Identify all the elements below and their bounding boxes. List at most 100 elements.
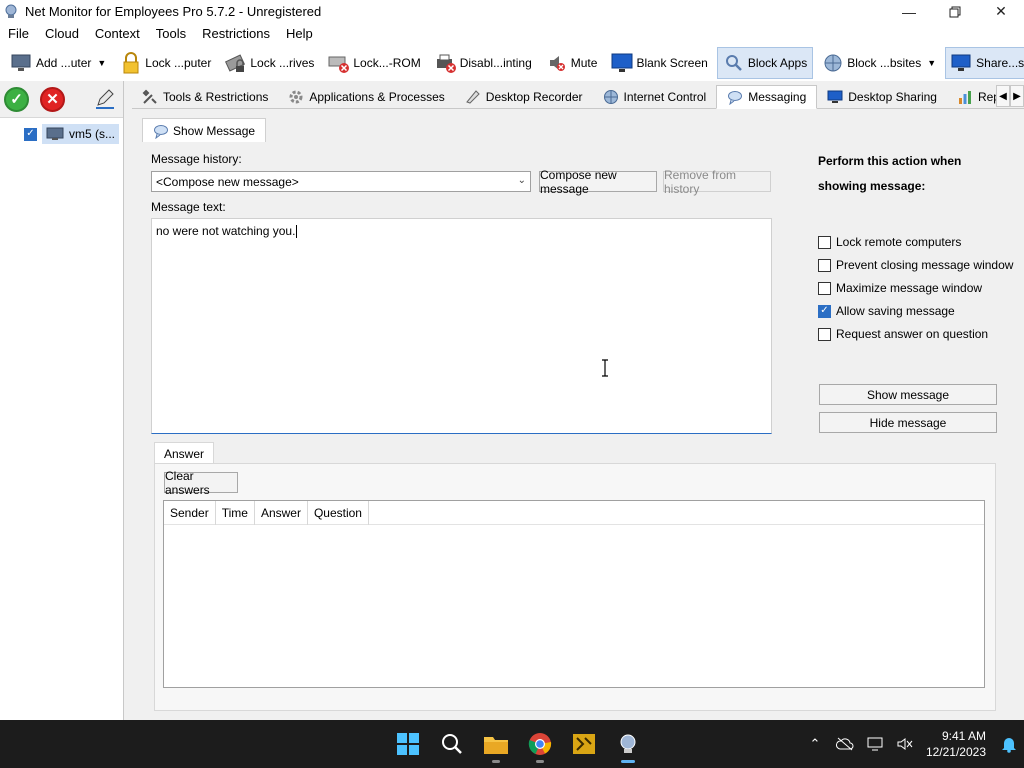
menu-help[interactable]: Help (278, 23, 321, 45)
request-answer-checkbox[interactable] (818, 327, 831, 341)
message-text-value: no were not watching you. (156, 224, 296, 238)
running-indicator (536, 760, 544, 763)
clock-date: 12/21/2023 (925, 745, 986, 759)
toolbar: Add ...uter ▼ Lock ...puter Lock ...rive… (0, 45, 1024, 81)
volume-muted-icon[interactable] (890, 729, 920, 759)
tab-messaging-label: Messaging (748, 89, 807, 104)
mute-label: Mute (570, 56, 598, 70)
tab-internet-label: Internet Control (623, 89, 707, 104)
edit-icon[interactable] (93, 87, 117, 111)
restore-icon[interactable] (932, 0, 978, 23)
tab-sharing-label: Desktop Sharing (848, 89, 937, 104)
lock-computer-button[interactable]: Lock ...puter (115, 47, 216, 79)
tab-tools-label: Tools & Restrictions (163, 89, 269, 104)
add-computer-button[interactable]: Add ...uter ▼ (6, 47, 111, 79)
option-prevent-closing[interactable]: Prevent closing message window (818, 258, 1013, 272)
tab-tools-restrictions[interactable]: Tools & Restrictions (132, 85, 278, 109)
computer-node[interactable]: vm5 (s... (42, 124, 120, 144)
tab-desktop-sharing[interactable]: Desktop Sharing (817, 85, 947, 109)
lock-drives-button[interactable]: Lock ...rives (220, 47, 319, 79)
menu-file[interactable]: File (0, 23, 37, 45)
option-allow-saving[interactable]: ✓ Allow saving message (818, 304, 955, 318)
globe-icon (603, 89, 619, 105)
search-icon[interactable] (432, 724, 472, 764)
network-app-icon[interactable] (564, 724, 604, 764)
menu-tools[interactable]: Tools (148, 23, 194, 45)
block-apps-label: Block Apps (747, 56, 808, 70)
menu-bar: File Cloud Context Tools Restrictions He… (0, 23, 1024, 45)
lock-cdrom-icon (328, 52, 350, 74)
chat-bubble-icon (153, 123, 169, 139)
tab-desktop-recorder[interactable]: Desktop Recorder (455, 85, 593, 109)
history-label: Message history: (151, 152, 242, 166)
blank-screen-label: Blank Screen (636, 56, 708, 70)
running-indicator (492, 760, 500, 763)
answers-table-header: Sender Time Answer Question (164, 500, 984, 525)
notification-bell-icon[interactable] (994, 729, 1024, 759)
title-bar: Net Monitor for Employees Pro 5.7.2 - Un… (0, 0, 1024, 23)
network-icon[interactable] (860, 729, 890, 759)
prevent-closing-checkbox[interactable] (818, 258, 831, 272)
tools-icon (142, 89, 158, 105)
file-explorer-icon[interactable] (476, 724, 516, 764)
column-answer[interactable]: Answer (255, 500, 308, 525)
hide-message-button[interactable]: Hide message (819, 412, 997, 433)
history-value: <Compose new message> (156, 174, 299, 189)
lock-remote-checkbox[interactable] (818, 235, 831, 249)
lock-cdrom-label: Lock...-ROM (353, 56, 421, 70)
tab-show-message[interactable]: Show Message (142, 118, 267, 142)
check-all-icon[interactable]: ✓ (4, 86, 29, 112)
blank-screen-button[interactable]: Blank Screen (606, 47, 712, 79)
lock-cdrom-button[interactable]: Lock...-ROM (323, 47, 425, 79)
close-icon[interactable]: ✕ (978, 0, 1024, 23)
option-lock-remote[interactable]: Lock remote computers (818, 235, 961, 249)
chevron-up-icon[interactable]: ⌃ (800, 729, 830, 759)
block-apps-button[interactable]: Block Apps (716, 47, 814, 79)
remove-from-history-button[interactable]: Remove from history (663, 168, 771, 196)
tab-internet-control[interactable]: Internet Control (593, 85, 717, 109)
share-desktop-button[interactable]: Share...sktop (945, 47, 1024, 79)
tab-scroll-right-icon[interactable]: ▶ (1010, 85, 1024, 107)
cloud-offline-icon[interactable] (830, 729, 860, 759)
gear-icon (288, 89, 304, 105)
column-question[interactable]: Question (308, 500, 369, 525)
uncheck-all-icon[interactable]: ✕ (40, 86, 65, 112)
chevron-down-icon[interactable]: ▼ (927, 58, 936, 68)
chevron-down-icon[interactable]: ▼ (97, 58, 106, 68)
tree-toolbar: ✓ ✕ (0, 81, 123, 118)
column-sender[interactable]: Sender (164, 500, 216, 525)
clear-answers-button[interactable]: Clear answers (164, 469, 238, 497)
column-time[interactable]: Time (216, 500, 255, 525)
show-message-button[interactable]: Show message (819, 384, 997, 405)
chrome-icon[interactable] (520, 724, 560, 764)
tab-applications-processes[interactable]: Applications & Processes (278, 85, 454, 109)
maximize-checkbox[interactable] (818, 281, 831, 295)
menu-restrictions[interactable]: Restrictions (194, 23, 278, 45)
compose-new-message-button[interactable]: Compose new message (539, 168, 657, 196)
message-text-area[interactable]: no were not watching you. (151, 218, 772, 434)
system-clock[interactable]: 9:41 AM 12/21/2023 (926, 728, 986, 760)
start-icon[interactable] (388, 724, 428, 764)
printer-disabled-icon (435, 52, 457, 74)
option-maximize[interactable]: Maximize message window (818, 281, 982, 295)
option-request-answer[interactable]: Request answer on question (818, 327, 988, 341)
message-history-select[interactable]: <Compose new message> ⌄ (151, 171, 531, 192)
answers-table[interactable]: Sender Time Answer Question (163, 500, 985, 688)
computer-checkbox[interactable]: ✓ (24, 127, 37, 141)
disable-printing-button[interactable]: Disabl...inting (430, 47, 537, 79)
tab-answer[interactable]: Answer (154, 442, 215, 464)
mute-button[interactable]: Mute (541, 47, 603, 79)
allow-saving-checkbox[interactable]: ✓ (818, 304, 831, 318)
padlock-icon (120, 52, 142, 74)
tab-messaging[interactable]: Messaging (716, 84, 818, 109)
minimize-icon[interactable]: — (886, 0, 932, 23)
tree-item-computer[interactable]: ✓ vm5 (s... (0, 122, 123, 146)
blank-screen-icon (611, 52, 633, 74)
menu-cloud[interactable]: Cloud (37, 23, 87, 45)
text-caret (296, 225, 298, 239)
tab-scroll-left-icon[interactable]: ◀ (996, 85, 1010, 107)
menu-context[interactable]: Context (87, 23, 148, 45)
net-monitor-taskbar-icon[interactable] (608, 724, 648, 764)
block-websites-button[interactable]: Block ...bsites ▼ (817, 47, 941, 79)
clock-time: 9:41 AM (941, 729, 986, 743)
